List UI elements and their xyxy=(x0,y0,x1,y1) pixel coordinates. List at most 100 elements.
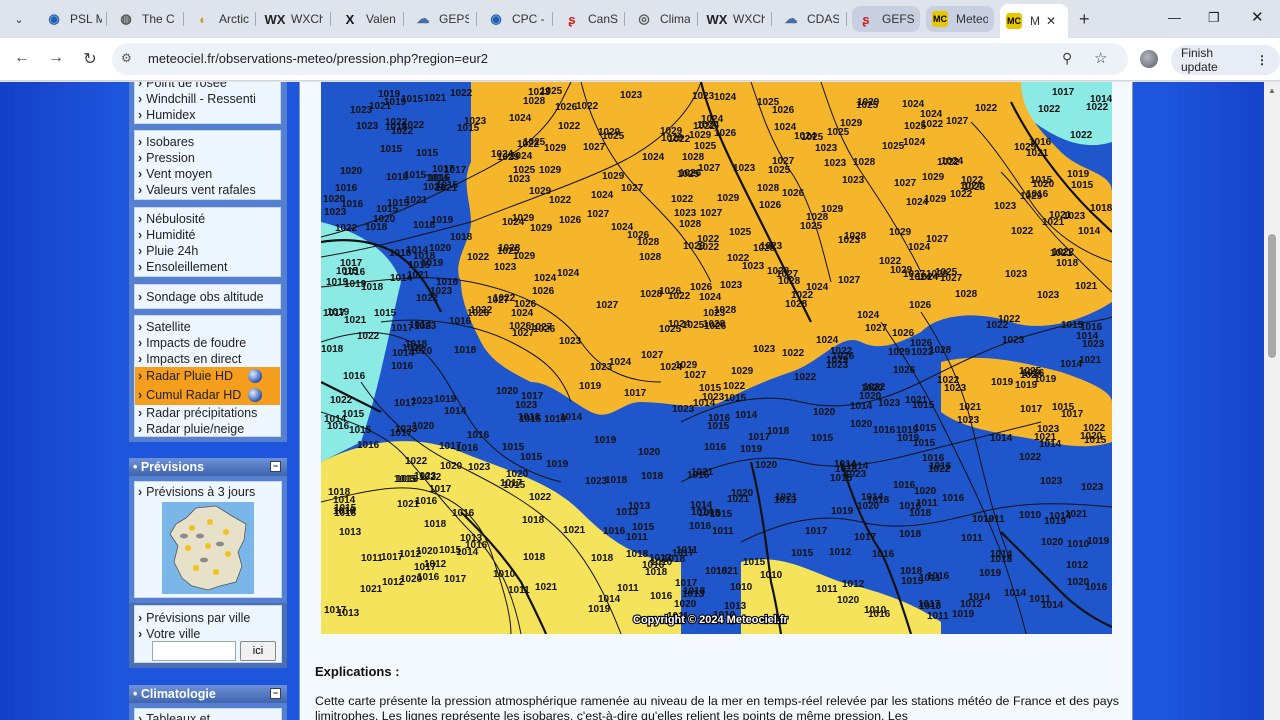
nav-item-nebulosite[interactable]: Nébulosité xyxy=(135,211,280,227)
scrollbar-thumb[interactable] xyxy=(1268,234,1276,358)
nav-item-sondage[interactable]: Sondage obs altitude xyxy=(135,289,280,305)
browser-tab[interactable]: ☁ CDAS xyxy=(777,6,845,32)
svg-text:1016: 1016 xyxy=(436,277,459,288)
svg-text:1011: 1011 xyxy=(983,514,1005,525)
browser-tab[interactable]: WX WXCh xyxy=(261,6,329,32)
collapse-icon[interactable]: − xyxy=(270,461,281,472)
svg-text:1025: 1025 xyxy=(513,165,536,176)
svg-text:1016: 1016 xyxy=(868,609,891,620)
profile-avatar-icon[interactable] xyxy=(1140,50,1158,68)
browser-tab[interactable]: MC M ✕ xyxy=(1000,4,1068,38)
browser-tab[interactable]: WX WXCh xyxy=(703,6,771,32)
back-arrow-icon[interactable]: ← xyxy=(12,49,32,67)
svg-text:1017: 1017 xyxy=(1020,404,1043,415)
svg-text:1029: 1029 xyxy=(529,186,552,197)
address-bar[interactable]: ⚙ meteociel.fr/observations-meteo/pressi… xyxy=(112,43,1128,75)
svg-text:1023: 1023 xyxy=(464,116,487,127)
browser-tab[interactable]: MC Meteo xyxy=(926,6,994,32)
svg-text:1029: 1029 xyxy=(840,118,863,129)
nav-item-isobares[interactable]: Isobares xyxy=(135,134,280,150)
city-input[interactable] xyxy=(152,641,236,661)
nav-item-radar-pluie-neige[interactable]: Radar pluie/neige xyxy=(135,421,280,437)
close-tab-icon[interactable]: ✕ xyxy=(1046,14,1056,28)
mc-icon: MC xyxy=(1006,13,1022,29)
nav-item-impacts-direct[interactable]: Impacts en direct xyxy=(135,351,280,367)
svg-text:1027: 1027 xyxy=(946,116,969,127)
browser-tab[interactable]: ◐ Arctic xyxy=(189,6,255,32)
nav-item-ensoleillement[interactable]: Ensoleillement xyxy=(135,259,280,275)
svg-text:1023: 1023 xyxy=(994,201,1017,212)
nav-item-windchill[interactable]: Windchill - Ressenti xyxy=(135,91,280,107)
reload-icon[interactable]: ↻ xyxy=(80,49,100,69)
svg-text:1027: 1027 xyxy=(621,183,644,194)
browser-tab[interactable]: ◉ CPC - xyxy=(482,6,551,32)
nav-item-point-de-rosee[interactable]: Point de rosée xyxy=(135,82,280,91)
nav-item-previsions-3-jours[interactable]: Prévisions à 3 jours xyxy=(135,484,281,500)
svg-text:1020: 1020 xyxy=(813,407,836,418)
nav-item-vent-moyen[interactable]: Vent moyen xyxy=(135,166,280,182)
previsions-header[interactable]: • Prévisions − xyxy=(129,458,287,476)
nav-item-pluie-24h[interactable]: Pluie 24h xyxy=(135,243,280,259)
tab-search-icon[interactable]: ⌄ xyxy=(8,8,30,30)
cloud-icon: ☁ xyxy=(784,11,798,26)
nav-item-previsions-par-ville[interactable]: Prévisions par ville xyxy=(135,610,281,626)
nav-group-sondage: Sondage obs altitude xyxy=(134,284,281,309)
nav-item-radar-precipitations[interactable]: Radar précipitations xyxy=(135,405,280,421)
nav-item-cumul-radar-hd[interactable]: Cumul Radar HD xyxy=(135,386,280,405)
svg-text:1019: 1019 xyxy=(831,506,854,517)
svg-text:1012: 1012 xyxy=(1066,560,1089,571)
forward-arrow-icon[interactable]: → xyxy=(46,49,66,67)
svg-text:1022: 1022 xyxy=(937,375,960,386)
page-scrollbar[interactable]: ▲ xyxy=(1264,82,1280,720)
svg-text:1022: 1022 xyxy=(576,101,599,112)
svg-text:1014: 1014 xyxy=(1004,588,1027,599)
svg-text:1015: 1015 xyxy=(519,414,542,425)
url-text[interactable]: meteociel.fr/observations-meteo/pression… xyxy=(148,51,488,66)
svg-text:1026: 1026 xyxy=(759,200,782,211)
nav-item-humidex[interactable]: Humidex xyxy=(135,107,280,123)
svg-text:1029: 1029 xyxy=(924,194,947,205)
browser-tab[interactable]: ʂ CanSI xyxy=(558,6,624,32)
nav-item-pression[interactable]: Pression xyxy=(135,150,280,166)
finish-update-button[interactable]: Finish update ⋮ xyxy=(1171,45,1280,75)
nav-item-radar-pluie-hd[interactable]: Radar Pluie HD xyxy=(135,367,280,386)
climatologie-header[interactable]: • Climatologie − xyxy=(129,685,287,703)
browser-tab[interactable]: ◉ PSL M xyxy=(40,6,108,32)
restore-icon[interactable]: ❐ xyxy=(1208,10,1220,26)
svg-text:1020: 1020 xyxy=(914,486,937,497)
browser-tab[interactable]: ʂ GEFS xyxy=(852,6,920,32)
svg-text:1022: 1022 xyxy=(467,252,490,263)
svg-text:1013: 1013 xyxy=(339,527,362,538)
scroll-up-icon[interactable]: ▲ xyxy=(1268,86,1276,95)
pressure-map[interactable]: 1015102610171028102510151023102110231026… xyxy=(321,82,1112,634)
svg-text:1016: 1016 xyxy=(873,425,896,436)
new-tab-button[interactable]: + xyxy=(1079,9,1090,30)
svg-text:1016: 1016 xyxy=(452,508,475,519)
browser-tab[interactable]: X Valen xyxy=(336,6,402,32)
svg-text:1022: 1022 xyxy=(727,253,750,264)
nav-item-humidite[interactable]: Humidité xyxy=(135,227,280,243)
svg-text:1013: 1013 xyxy=(337,608,360,619)
collapse-icon[interactable]: − xyxy=(270,688,281,699)
bookmark-star-icon[interactable]: ☆ xyxy=(1094,49,1107,67)
minimize-icon[interactable]: — xyxy=(1168,10,1181,25)
zoom-icon[interactable]: ⚲ xyxy=(1062,50,1072,67)
svg-text:1019: 1019 xyxy=(434,394,457,405)
browser-tab[interactable]: ☁ GEPS xyxy=(409,6,475,32)
svg-text:1023: 1023 xyxy=(1037,290,1060,301)
tab-separator xyxy=(476,12,477,26)
site-info-icon[interactable]: ⚙ xyxy=(121,51,132,65)
ici-button[interactable]: ici xyxy=(240,641,276,661)
close-window-icon[interactable]: ✕ xyxy=(1251,8,1264,26)
browser-tab[interactable]: ◍ The C xyxy=(112,6,182,32)
france-forecast-thumbnail[interactable] xyxy=(162,502,254,594)
nav-item-tableaux[interactable]: Tableaux et xyxy=(135,711,281,720)
svg-text:1023: 1023 xyxy=(753,344,776,355)
svg-text:1016: 1016 xyxy=(467,430,490,441)
nav-item-impacts-foudre[interactable]: Impacts de foudre xyxy=(135,335,280,351)
browser-tab[interactable]: ◎ Climat xyxy=(630,6,696,32)
nav-item-satellite[interactable]: Satellite xyxy=(135,319,280,335)
svg-text:1023: 1023 xyxy=(1040,476,1063,487)
svg-text:1014: 1014 xyxy=(406,245,429,256)
nav-item-vent-rafales[interactable]: Valeurs vent rafales xyxy=(135,182,280,198)
